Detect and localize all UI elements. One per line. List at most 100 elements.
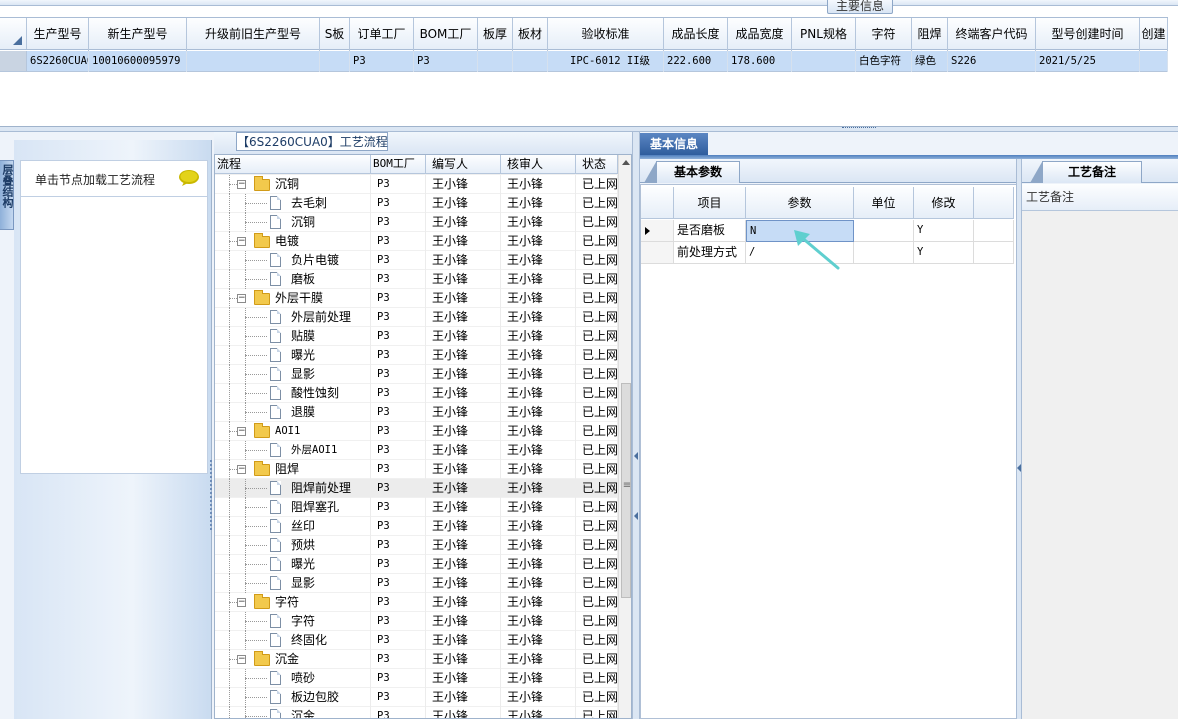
writer-cell[interactable]: 王小锋: [426, 346, 501, 365]
main-cell[interactable]: P3: [350, 51, 414, 72]
tree-row[interactable]: 曝光 P3 王小锋 王小锋 已上网: [215, 555, 618, 574]
tree-row[interactable]: − AOI1 P3 王小锋 王小锋 已上网: [215, 422, 618, 441]
tree-row[interactable]: 贴膜 P3 王小锋 王小锋 已上网: [215, 327, 618, 346]
col-bom-factory[interactable]: BOM工厂: [371, 155, 426, 174]
reviewer-cell[interactable]: 王小锋: [501, 555, 576, 574]
tree-row[interactable]: 终固化 P3 王小锋 王小锋 已上网: [215, 631, 618, 650]
bom-cell[interactable]: P3: [371, 498, 426, 517]
status-cell[interactable]: 已上网: [576, 365, 618, 384]
process-tree-scrollbar[interactable]: [618, 155, 631, 718]
main-cell[interactable]: 178.600: [728, 51, 792, 72]
main-cell[interactable]: 2021/5/25: [1036, 51, 1140, 72]
bom-cell[interactable]: P3: [371, 536, 426, 555]
reviewer-cell[interactable]: 王小锋: [501, 593, 576, 612]
tree-node-label[interactable]: 阻焊塞孔: [291, 498, 339, 517]
reviewer-cell[interactable]: 王小锋: [501, 631, 576, 650]
tree-node[interactable]: − 沉金: [215, 650, 371, 669]
reviewer-cell[interactable]: 王小锋: [501, 213, 576, 232]
tree-node[interactable]: − 字符: [215, 593, 371, 612]
tree-row[interactable]: 去毛刺 P3 王小锋 王小锋 已上网: [215, 194, 618, 213]
param-item[interactable]: 是否磨板: [674, 220, 746, 242]
param-unit[interactable]: [854, 220, 914, 242]
writer-cell[interactable]: 王小锋: [426, 498, 501, 517]
tree-node-label[interactable]: 喷砂: [291, 669, 315, 688]
tree-node[interactable]: − 阻焊: [215, 460, 371, 479]
tree-node[interactable]: 曝光: [215, 555, 371, 574]
tree-row[interactable]: − 沉金 P3 王小锋 王小锋 已上网: [215, 650, 618, 669]
writer-cell[interactable]: 王小锋: [426, 365, 501, 384]
tree-node-label[interactable]: 磨板: [291, 270, 315, 289]
main-col-header[interactable]: 创建: [1140, 18, 1168, 51]
panel-resize-grip-icon[interactable]: [210, 460, 212, 530]
writer-cell[interactable]: 王小锋: [426, 403, 501, 422]
bom-cell[interactable]: P3: [371, 441, 426, 460]
reviewer-cell[interactable]: 王小锋: [501, 650, 576, 669]
select-all-corner[interactable]: [0, 18, 27, 49]
main-cell[interactable]: 白色字符: [856, 51, 912, 72]
collapse-icon[interactable]: −: [237, 180, 246, 189]
writer-cell[interactable]: 王小锋: [426, 213, 501, 232]
reviewer-cell[interactable]: 王小锋: [501, 175, 576, 194]
main-cell[interactable]: [1140, 51, 1168, 72]
main-cell[interactable]: [792, 51, 856, 72]
scroll-up-icon[interactable]: [622, 160, 630, 165]
status-cell[interactable]: 已上网: [576, 422, 618, 441]
tree-row[interactable]: 曝光 P3 王小锋 王小锋 已上网: [215, 346, 618, 365]
tree-node[interactable]: 阻焊前处理: [215, 479, 371, 498]
reviewer-cell[interactable]: 王小锋: [501, 365, 576, 384]
bom-cell[interactable]: P3: [371, 194, 426, 213]
tree-node-label[interactable]: 贴膜: [291, 327, 315, 346]
writer-cell[interactable]: 王小锋: [426, 536, 501, 555]
tree-node[interactable]: 退膜: [215, 403, 371, 422]
scroll-thumb[interactable]: [621, 383, 631, 598]
bom-cell[interactable]: P3: [371, 555, 426, 574]
bom-cell[interactable]: P3: [371, 650, 426, 669]
main-col-header[interactable]: 订单工厂: [350, 18, 414, 51]
main-col-header[interactable]: 成品宽度: [728, 18, 792, 51]
param-item[interactable]: 前处理方式: [674, 242, 746, 264]
collapse-left-icon[interactable]: [634, 452, 638, 460]
tree-node[interactable]: 终固化: [215, 631, 371, 650]
bom-cell[interactable]: P3: [371, 612, 426, 631]
tree-row[interactable]: − 字符 P3 王小锋 王小锋 已上网: [215, 593, 618, 612]
tree-row[interactable]: 沉铜 P3 王小锋 王小锋 已上网: [215, 213, 618, 232]
status-cell[interactable]: 已上网: [576, 175, 618, 194]
tree-node-label[interactable]: 显影: [291, 574, 315, 593]
status-cell[interactable]: 已上网: [576, 498, 618, 517]
writer-cell[interactable]: 王小锋: [426, 688, 501, 707]
writer-cell[interactable]: 王小锋: [426, 631, 501, 650]
tree-node-label[interactable]: 沉铜: [275, 175, 299, 194]
reviewer-cell[interactable]: 王小锋: [501, 479, 576, 498]
main-col-header[interactable]: 字符: [856, 18, 912, 51]
bom-cell[interactable]: P3: [371, 384, 426, 403]
bom-cell[interactable]: P3: [371, 707, 426, 718]
reviewer-cell[interactable]: 王小锋: [501, 384, 576, 403]
collapse-icon[interactable]: −: [237, 598, 246, 607]
tree-node-label[interactable]: 去毛刺: [291, 194, 327, 213]
writer-cell[interactable]: 王小锋: [426, 517, 501, 536]
tree-row[interactable]: 显影 P3 王小锋 王小锋 已上网: [215, 574, 618, 593]
tree-row[interactable]: 显影 P3 王小锋 王小锋 已上网: [215, 365, 618, 384]
status-cell[interactable]: 已上网: [576, 232, 618, 251]
reviewer-cell[interactable]: 王小锋: [501, 669, 576, 688]
bom-cell[interactable]: P3: [371, 346, 426, 365]
collapse-icon[interactable]: −: [237, 655, 246, 664]
tree-row[interactable]: − 电镀 P3 王小锋 王小锋 已上网: [215, 232, 618, 251]
tree-node-label[interactable]: AOI1: [275, 422, 300, 441]
status-cell[interactable]: 已上网: [576, 289, 618, 308]
status-cell[interactable]: 已上网: [576, 536, 618, 555]
main-col-header[interactable]: 型号创建时间: [1036, 18, 1140, 51]
col-item[interactable]: 项目: [674, 187, 746, 219]
reviewer-cell[interactable]: 王小锋: [501, 327, 576, 346]
main-cell[interactable]: P3: [414, 51, 478, 72]
tree-node[interactable]: − AOI1: [215, 422, 371, 441]
tree-node[interactable]: 显影: [215, 574, 371, 593]
tree-node-label[interactable]: 沉铜: [291, 213, 315, 232]
reviewer-cell[interactable]: 王小锋: [501, 688, 576, 707]
tree-row[interactable]: 磨板 P3 王小锋 王小锋 已上网: [215, 270, 618, 289]
param-edit[interactable]: Y: [914, 242, 974, 264]
tree-node-label[interactable]: 外层前处理: [291, 308, 351, 327]
status-cell[interactable]: 已上网: [576, 517, 618, 536]
main-cell[interactable]: 绿色: [912, 51, 948, 72]
reviewer-cell[interactable]: 王小锋: [501, 517, 576, 536]
